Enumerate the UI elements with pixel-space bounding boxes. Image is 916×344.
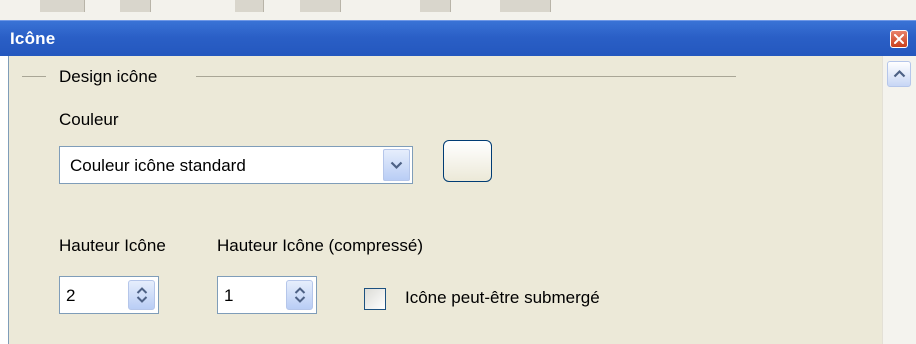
chevron-down-icon (390, 161, 403, 170)
toolbar-fragment (235, 0, 264, 12)
submerge-checkbox-label[interactable]: Icône peut-être submergé (405, 288, 600, 308)
group-line-left (22, 76, 46, 77)
height-spin-button[interactable] (128, 280, 155, 310)
panel-left-edge (0, 56, 9, 344)
color-label: Couleur (59, 110, 119, 129)
color-picker-button[interactable] (443, 140, 492, 182)
height-value: 2 (66, 286, 76, 305)
toolbar-fragment (120, 0, 151, 12)
height-spinner[interactable]: 2 (59, 276, 159, 314)
window-titlebar[interactable]: Icône (0, 20, 916, 57)
vertical-scrollbar[interactable] (882, 56, 916, 344)
group-title-design-icone: Design icône (59, 67, 158, 86)
window-title: Icône (10, 29, 56, 48)
submerge-checkbox[interactable] (364, 288, 386, 310)
close-icon (894, 34, 904, 44)
spin-arrows-icon (294, 287, 306, 303)
chevron-up-icon (893, 69, 906, 78)
height-label: Hauteur Icône (59, 236, 166, 255)
color-select-value: Couleur icône standard (70, 156, 246, 175)
height-compressed-value: 1 (224, 286, 234, 305)
color-select-dropdown-button[interactable] (383, 149, 410, 181)
color-select[interactable]: Couleur icône standard (59, 146, 413, 184)
group-line-right (196, 76, 736, 77)
height-compressed-spinner[interactable]: 1 (217, 276, 317, 314)
toolbar-fragment (500, 0, 551, 12)
background-toolbar-strip (0, 0, 916, 21)
toolbar-fragment (300, 0, 341, 12)
spin-arrows-icon (136, 287, 148, 303)
scroll-up-button[interactable] (887, 61, 911, 87)
height-compressed-spin-button[interactable] (286, 280, 313, 310)
height-compressed-label: Hauteur Icône (compressé) (217, 236, 423, 255)
toolbar-fragment (420, 0, 451, 12)
close-button[interactable] (890, 30, 908, 48)
toolbar-fragment (40, 0, 85, 12)
